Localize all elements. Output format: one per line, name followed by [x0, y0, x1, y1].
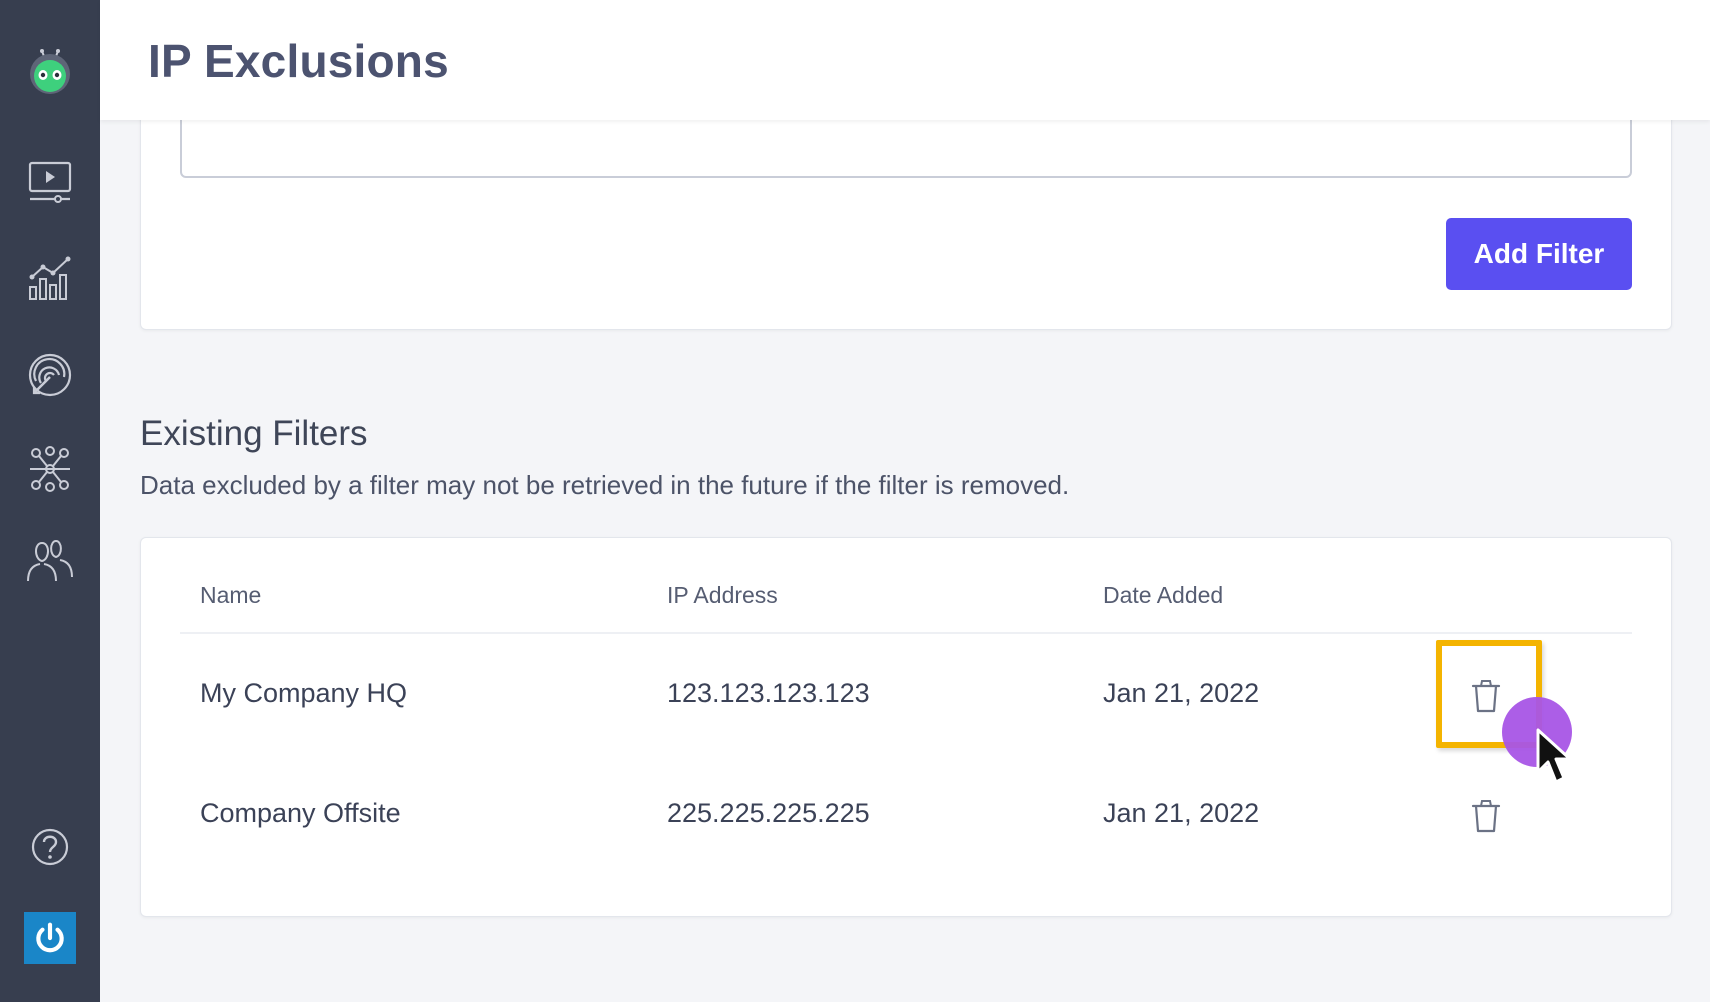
- sidebar-item-analytics[interactable]: [25, 254, 75, 304]
- users-icon: [27, 539, 73, 582]
- power-icon: [36, 922, 64, 953]
- fingerprint-target-icon: [28, 353, 72, 397]
- section-description: Data excluded by a filter may not be ret…: [140, 470, 1070, 500]
- row-date: Jan 21, 2022: [1103, 798, 1260, 828]
- row-name: My Company HQ: [200, 678, 408, 708]
- delete-filter-button[interactable]: [1468, 796, 1504, 836]
- robot-logo-icon: [30, 49, 70, 94]
- sidebar-item-integrations[interactable]: [25, 444, 75, 494]
- video-player-icon: [28, 161, 72, 203]
- help-icon: [31, 828, 69, 866]
- sidebar: [0, 0, 100, 1002]
- column-header-ip: IP Address: [667, 582, 778, 608]
- app-logo[interactable]: [25, 46, 75, 96]
- page-title: IP Exclusions: [148, 35, 449, 87]
- section-title: Existing Filters: [140, 414, 368, 453]
- row-ip: 225.225.225.225: [667, 798, 870, 828]
- sidebar-item-video[interactable]: [25, 156, 75, 206]
- sidebar-item-targeting[interactable]: [25, 350, 75, 400]
- power-button[interactable]: [24, 912, 76, 964]
- row-name: Company Offsite: [200, 798, 401, 828]
- column-header-date: Date Added: [1103, 582, 1224, 608]
- row-date: Jan 21, 2022: [1103, 678, 1260, 708]
- chart-icon: [29, 256, 71, 300]
- table-header-divider: [180, 632, 1632, 634]
- add-filter-button[interactable]: Add Filter: [1446, 218, 1632, 290]
- trash-icon: [1471, 800, 1501, 833]
- sidebar-item-help[interactable]: [25, 822, 75, 872]
- network-icon: [30, 446, 70, 492]
- column-header-name: Name: [200, 582, 262, 608]
- sidebar-item-users[interactable]: [25, 536, 75, 586]
- mouse-cursor-icon: [1536, 728, 1572, 784]
- row-ip: 123.123.123.123: [667, 678, 870, 708]
